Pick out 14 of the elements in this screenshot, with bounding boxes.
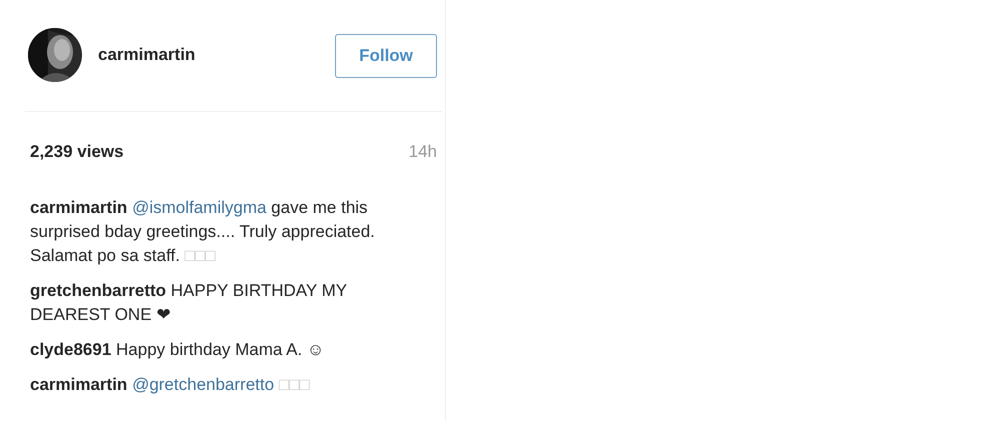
comment-text: carmimartin @gretchenbarretto □□□ [30, 374, 311, 396]
mention-link[interactable]: @gretchenbarretto [132, 375, 274, 394]
username-link[interactable]: gretchenbarretto [30, 281, 166, 300]
username-link[interactable]: clyde8691 [30, 340, 112, 359]
views-count: 2,239 views [30, 142, 124, 162]
username-link[interactable]: carmimartin [98, 45, 196, 65]
follow-button[interactable]: Follow [335, 34, 437, 78]
username-link[interactable]: carmimartin [30, 375, 128, 394]
mention-link[interactable]: @ismolfamilygma [132, 198, 266, 217]
post-time: 14h [408, 142, 437, 162]
comment-text: carmimartin @ismolfamilygma gave me this surprised bday greetings.... Truly appreciated. Salamat po sa staff. □□□ [30, 197, 375, 267]
username-link[interactable]: carmimartin [30, 198, 128, 217]
comment-text: clyde8691 Happy birthday Mama A. ☺ [30, 339, 326, 361]
comment-text: gretchenbarretto HAPPY BIRTHDAY MY DEAREST ONE ❤ [30, 280, 348, 326]
